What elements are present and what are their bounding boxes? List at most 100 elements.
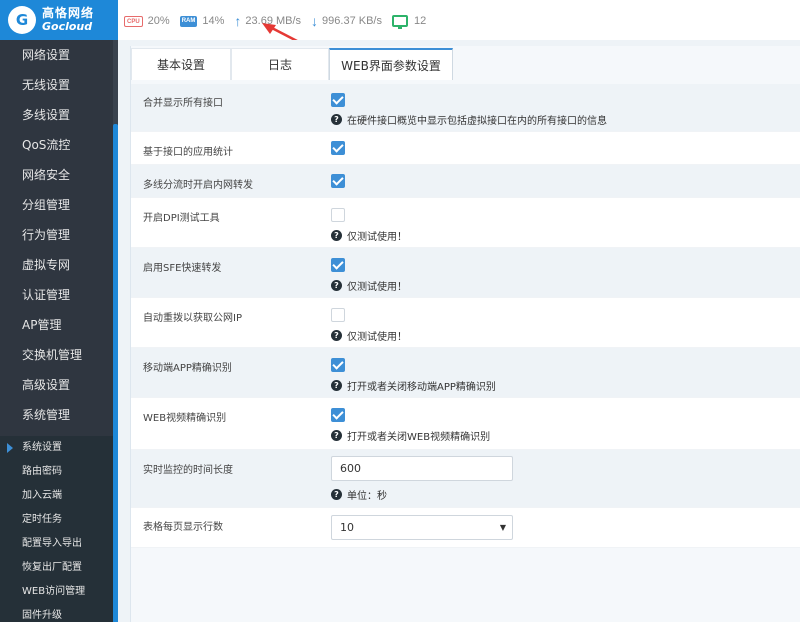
setting-row: 基于接口的应用统计 <box>131 132 800 165</box>
ram-stat: RAM 14% <box>179 15 225 27</box>
sfe-fast-forward-checkbox[interactable] <box>331 258 345 272</box>
monitor-icon <box>391 15 408 29</box>
sidebar-item-groups[interactable]: 分组管理 <box>0 190 118 220</box>
rows-per-page-value: 10 <box>340 521 354 534</box>
sidebar-item-ap[interactable]: AP管理 <box>0 310 118 340</box>
setting-row: WEB视频精确识别 ? 打开或者关闭WEB视频精确识别 <box>131 398 800 450</box>
top-bar: G 高恪网络 Gocloud CPU 20% RAM 14% ↑ 23.69 M… <box>0 0 800 58</box>
merge-interfaces-checkbox[interactable] <box>331 93 345 107</box>
setting-row: 多线分流时开启内网转发 <box>131 165 800 198</box>
devices-stat[interactable]: 12 <box>391 15 427 29</box>
setting-hint-text: 在硬件接口概览中显示包括虚拟接口在内的所有接口的信息 <box>347 116 607 127</box>
tab-web-ui-params[interactable]: WEB界面参数设置 <box>329 48 453 80</box>
cpu-icon: CPU <box>124 15 143 27</box>
caret-down-icon: ▼ <box>499 523 506 532</box>
setting-hint: ? 仅测试使用！ <box>331 228 407 243</box>
setting-row: 自动重拨以获取公网IP ? 仅测试使用！ <box>131 298 800 348</box>
submenu-item-factory-reset[interactable]: 恢复出厂配置 <box>0 556 118 580</box>
cloud-logo-icon: G <box>8 6 36 34</box>
setting-hint-text: 仅测试使用！ <box>347 282 407 293</box>
setting-hint: ? 打开或者关闭WEB视频精确识别 <box>331 428 490 443</box>
setting-label: 启用SFE快速转发 <box>143 263 222 274</box>
sidebar-item-system[interactable]: 系统管理 <box>0 400 118 430</box>
setting-hint: ? 单位：秒 <box>331 487 387 502</box>
setting-row: 开启DPI测试工具 ? 仅测试使用！ <box>131 198 800 248</box>
lan-forwarding-checkbox[interactable] <box>331 174 345 188</box>
brand-name-en: Gocloud <box>42 20 93 33</box>
setting-hint: ? 打开或者关闭移动端APP精确识别 <box>331 378 496 393</box>
sidebar-item-advanced[interactable]: 高级设置 <box>0 370 118 400</box>
setting-label: 实时监控的时间长度 <box>143 465 233 476</box>
sidebar-item-switch[interactable]: 交换机管理 <box>0 340 118 370</box>
setting-hint: ? 仅测试使用！ <box>331 278 407 293</box>
rows-per-page-select[interactable]: 10 ▼ <box>331 515 513 540</box>
setting-row: 合并显示所有接口 ? 在硬件接口概览中显示包括虚拟接口在内的所有接口的信息 <box>131 84 800 132</box>
dpi-test-tool-checkbox[interactable] <box>331 208 345 222</box>
setting-row: 实时监控的时间长度 600 ? 单位：秒 <box>131 450 800 508</box>
question-icon: ? <box>331 330 342 341</box>
brand-text: 高恪网络 Gocloud <box>42 6 95 34</box>
setting-label: 表格每页显示行数 <box>143 522 223 533</box>
submenu-item-web-access[interactable]: WEB访问管理 <box>0 580 118 604</box>
submenu-item-router-password[interactable]: 路由密码 <box>0 460 118 484</box>
setting-label: 移动端APP精确识别 <box>143 363 232 374</box>
up-arrow-icon: ↑ <box>234 13 242 29</box>
sidebar-item-multiline[interactable]: 多线设置 <box>0 100 118 130</box>
sidebar-item-security[interactable]: 网络安全 <box>0 160 118 190</box>
brand-logo[interactable]: G 高恪网络 Gocloud <box>0 0 118 40</box>
sidebar-item-auth[interactable]: 认证管理 <box>0 280 118 310</box>
settings-list: 合并显示所有接口 ? 在硬件接口概览中显示包括虚拟接口在内的所有接口的信息 基于接… <box>131 84 800 548</box>
sidebar-menu: 网络设置 无线设置 多线设置 QoS流控 网络安全 分组管理 行为管理 虚拟专网… <box>0 40 118 430</box>
sidebar: 网络设置 无线设置 多线设置 QoS流控 网络安全 分组管理 行为管理 虚拟专网… <box>0 40 118 622</box>
web-video-recognition-checkbox[interactable] <box>331 408 345 422</box>
submenu-item-system-settings[interactable]: 系统设置 <box>0 436 118 460</box>
setting-hint-text: 仅测试使用！ <box>347 232 407 243</box>
setting-label: 开启DPI测试工具 <box>143 213 220 224</box>
system-submenu: 系统设置 路由密码 加入云端 定时任务 配置导入导出 恢复出厂配置 WEB访问管… <box>0 436 118 622</box>
submenu-item-config-import-export[interactable]: 配置导入导出 <box>0 532 118 556</box>
sidebar-item-qos[interactable]: QoS流控 <box>0 130 118 160</box>
question-icon: ? <box>331 230 342 241</box>
question-icon: ? <box>331 380 342 391</box>
setting-row: 表格每页显示行数 10 ▼ <box>131 508 800 548</box>
setting-hint-text: 单位：秒 <box>347 491 387 502</box>
setting-label: WEB视频精确识别 <box>143 413 227 424</box>
question-icon: ? <box>331 280 342 291</box>
interface-app-stats-checkbox[interactable] <box>331 141 345 155</box>
question-icon: ? <box>331 430 342 441</box>
question-icon: ? <box>331 114 342 125</box>
question-icon: ? <box>331 489 342 500</box>
devices-value: 12 <box>413 15 427 27</box>
monitor-duration-input[interactable]: 600 <box>331 456 513 481</box>
setting-row: 移动端APP精确识别 ? 打开或者关闭移动端APP精确识别 <box>131 348 800 398</box>
sidebar-item-network[interactable]: 网络设置 <box>0 40 118 70</box>
tab-bar: 基本设置 日志 WEB界面参数设置 <box>131 48 453 80</box>
sidebar-item-vpn[interactable]: 虚拟专网 <box>0 250 118 280</box>
ram-icon: RAM <box>179 15 198 27</box>
sidebar-item-behavior[interactable]: 行为管理 <box>0 220 118 250</box>
setting-hint: ? 仅测试使用！ <box>331 328 407 343</box>
setting-label: 合并显示所有接口 <box>143 98 223 109</box>
sidebar-item-wireless[interactable]: 无线设置 <box>0 70 118 100</box>
setting-hint-text: 打开或者关闭移动端APP精确识别 <box>347 382 496 393</box>
ram-value: 14% <box>202 15 225 27</box>
auto-redial-checkbox[interactable] <box>331 308 345 322</box>
mobile-app-recognition-checkbox[interactable] <box>331 358 345 372</box>
setting-label: 自动重拨以获取公网IP <box>143 313 242 324</box>
cpu-value: 20% <box>147 15 170 27</box>
brand-name-cn: 高恪网络 <box>42 6 95 20</box>
setting-hint: ? 在硬件接口概览中显示包括虚拟接口在内的所有接口的信息 <box>331 112 607 127</box>
submenu-item-scheduled-tasks[interactable]: 定时任务 <box>0 508 118 532</box>
main-content: 基本设置 日志 WEB界面参数设置 合并显示所有接口 ? 在硬件接口概览中显示包括… <box>118 40 800 622</box>
setting-hint-text: 打开或者关闭WEB视频精确识别 <box>347 432 491 443</box>
tab-basic-settings[interactable]: 基本设置 <box>131 48 231 80</box>
setting-row: 启用SFE快速转发 ? 仅测试使用！ <box>131 248 800 298</box>
setting-label: 多线分流时开启内网转发 <box>143 180 253 191</box>
setting-label: 基于接口的应用统计 <box>143 147 233 158</box>
submenu-item-join-cloud[interactable]: 加入云端 <box>0 484 118 508</box>
setting-hint-text: 仅测试使用！ <box>347 332 407 343</box>
settings-panel: 基本设置 日志 WEB界面参数设置 合并显示所有接口 ? 在硬件接口概览中显示包括… <box>130 46 800 622</box>
tab-log[interactable]: 日志 <box>231 48 329 80</box>
cpu-stat: CPU 20% <box>124 15 170 27</box>
submenu-item-firmware-upgrade[interactable]: 固件升级 <box>0 604 118 622</box>
